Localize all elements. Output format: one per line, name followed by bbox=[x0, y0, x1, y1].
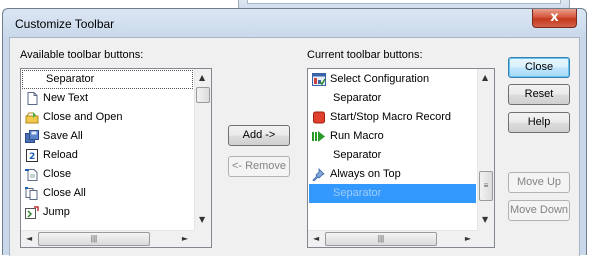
select-configuration-icon bbox=[312, 73, 326, 86]
list-item-separator[interactable]: Separator bbox=[22, 70, 193, 89]
close-and-open-icon bbox=[25, 112, 39, 124]
scroll-left-arrow-icon[interactable]: ◄ bbox=[26, 235, 32, 243]
list-item-separator[interactable]: Separator bbox=[309, 146, 476, 165]
scroll-up-arrow-icon[interactable]: ▲ bbox=[199, 74, 205, 82]
list-item-separator-selected[interactable]: Separator bbox=[309, 184, 476, 203]
customize-toolbar-dialog: Customize Toolbar x Available toolbar bu… bbox=[2, 8, 587, 256]
list-item-jump[interactable]: Jump bbox=[22, 203, 193, 222]
reload-icon: 2 bbox=[26, 149, 38, 162]
list-item-new-text[interactable]: New Text bbox=[22, 89, 193, 108]
window-close-button[interactable]: x bbox=[532, 9, 577, 28]
run-macro-icon bbox=[312, 131, 325, 142]
help-button[interactable]: Help bbox=[508, 112, 570, 133]
available-buttons-label: Available toolbar buttons: bbox=[20, 49, 144, 61]
vertical-scroll-thumb[interactable] bbox=[196, 87, 210, 103]
horizontal-scroll-thumb[interactable]: ||| bbox=[325, 232, 437, 246]
scroll-right-arrow-icon[interactable]: ► bbox=[465, 235, 471, 243]
close-doc-icon bbox=[25, 169, 38, 181]
scroll-up-arrow-icon[interactable]: ▲ bbox=[482, 74, 488, 82]
current-horizontal-scrollbar[interactable]: ◄ ||| ► bbox=[308, 230, 477, 247]
list-item-close[interactable]: Close bbox=[22, 165, 193, 184]
jump-icon bbox=[25, 206, 39, 219]
pushpin-icon bbox=[312, 168, 325, 181]
list-item-run-macro[interactable]: Run Macro bbox=[309, 127, 476, 146]
close-button[interactable]: Close bbox=[508, 57, 570, 78]
current-buttons-list[interactable]: Select Configuration Separator Start/Sto… bbox=[307, 68, 495, 248]
list-item-separator[interactable]: Separator bbox=[309, 89, 476, 108]
list-item-always-on-top[interactable]: Always on Top bbox=[309, 165, 476, 184]
current-vertical-scrollbar[interactable]: ▲ ≡ ▼ bbox=[477, 69, 494, 230]
list-item-start-stop-macro-record[interactable]: Start/Stop Macro Record bbox=[309, 108, 476, 127]
move-down-button[interactable]: Move Down bbox=[508, 200, 570, 221]
available-horizontal-scrollbar[interactable]: ◄ ||| ► bbox=[21, 230, 194, 247]
current-buttons-label: Current toolbar buttons: bbox=[307, 49, 423, 61]
scroll-down-arrow-icon[interactable]: ▼ bbox=[199, 216, 205, 224]
new-text-icon bbox=[27, 92, 38, 105]
close-all-icon bbox=[25, 187, 38, 200]
svg-text:2: 2 bbox=[29, 152, 35, 162]
scroll-left-arrow-icon[interactable]: ◄ bbox=[313, 235, 319, 243]
list-item-select-configuration[interactable]: Select Configuration bbox=[309, 70, 476, 89]
list-item-save-all[interactable]: Save All bbox=[22, 127, 193, 146]
title-bar[interactable]: Customize Toolbar x bbox=[3, 9, 586, 36]
scroll-down-arrow-icon[interactable]: ▼ bbox=[482, 216, 488, 224]
available-buttons-list[interactable]: Separator New Text Close and Open Save A… bbox=[20, 68, 212, 248]
scroll-right-arrow-icon[interactable]: ► bbox=[182, 235, 188, 243]
dialog-client-area: Available toolbar buttons: Separator New… bbox=[9, 37, 580, 256]
list-item-close-all[interactable]: Close All bbox=[22, 184, 193, 203]
macro-record-icon bbox=[313, 111, 325, 124]
add-button[interactable]: Add -> bbox=[228, 125, 290, 146]
available-vertical-scrollbar[interactable]: ▲ ▼ bbox=[194, 69, 211, 230]
dialog-title: Customize Toolbar bbox=[15, 17, 115, 31]
list-item-close-and-open[interactable]: Close and Open bbox=[22, 108, 193, 127]
horizontal-scroll-thumb[interactable]: ||| bbox=[38, 232, 150, 246]
save-all-icon bbox=[25, 130, 39, 143]
remove-button[interactable]: <- Remove bbox=[228, 156, 290, 177]
list-item-reload[interactable]: 2 Reload bbox=[22, 146, 193, 165]
vertical-scroll-thumb[interactable]: ≡ bbox=[479, 171, 493, 201]
move-up-button[interactable]: Move Up bbox=[508, 172, 570, 193]
reset-button[interactable]: Reset bbox=[508, 84, 570, 105]
